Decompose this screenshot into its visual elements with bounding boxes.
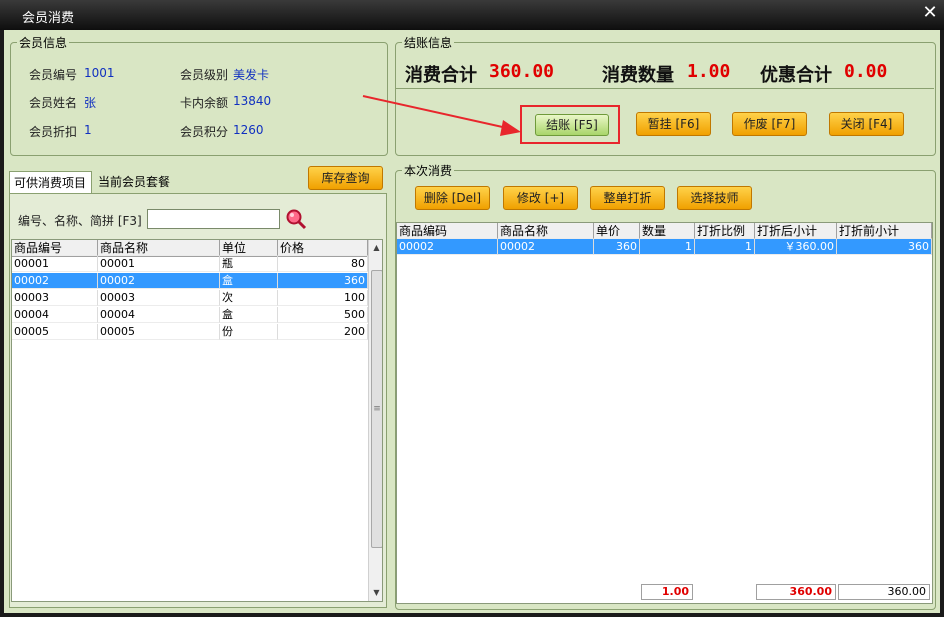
member-level-label: 会员级别 xyxy=(180,68,229,82)
cell-code: 00005 xyxy=(12,324,98,340)
member-points-label: 会员积分 xyxy=(180,125,229,139)
cell-price: 80 xyxy=(278,256,368,272)
cell-rate: 1 xyxy=(695,239,755,255)
window-title: 会员消费 xyxy=(22,11,75,26)
member-balance-value: 13840 xyxy=(233,94,272,108)
title-bar xyxy=(0,0,944,30)
search-icon[interactable] xyxy=(285,208,307,230)
table-row[interactable]: 00001 00001 瓶 80 xyxy=(12,256,382,272)
cell-unit: 盒 xyxy=(220,273,278,289)
tab-member-packages[interactable]: 当前会员套餐 xyxy=(94,171,178,193)
product-table-scrollbar[interactable]: ▲ ≡ ▼ xyxy=(368,240,382,601)
member-name-label: 会员姓名 xyxy=(29,96,78,110)
column-header-name[interactable]: 商品名称 xyxy=(498,223,594,239)
current-consumption-legend: 本次消费 xyxy=(404,164,453,178)
table-row[interactable]: 00003 00003 次 100 xyxy=(12,290,382,306)
table-row[interactable]: 00002 00002 360 1 1 ￥360.00 360 xyxy=(397,239,932,255)
member-id-value: 1001 xyxy=(84,66,115,80)
cell-name: 00003 xyxy=(98,290,220,306)
product-table-header[interactable]: 商品编号 商品名称 单位 价格 xyxy=(12,240,382,257)
column-header-unit[interactable]: 单位 xyxy=(220,240,278,256)
column-header-code[interactable]: 商品编号 xyxy=(12,240,98,256)
cell-code: 00002 xyxy=(12,273,98,289)
member-name-value: 张 xyxy=(84,96,97,110)
annotation-arrow-icon xyxy=(362,95,521,136)
modify-button[interactable]: 修改 [+] xyxy=(503,186,578,210)
cell-code: 00004 xyxy=(12,307,98,323)
member-discount-label: 会员折扣 xyxy=(29,125,78,139)
cell-qty: 1 xyxy=(640,239,695,255)
quantity-value: 1.00 xyxy=(687,61,731,82)
consumption-table: 商品编码 商品名称 单价 数量 打折比例 打折后小计 打折前小计 00002 00002 360 1… xyxy=(396,222,933,604)
search-input[interactable] xyxy=(147,209,280,229)
close-button[interactable]: 关闭 [F4] xyxy=(829,112,904,136)
tab-available-items[interactable]: 可供消费项目 xyxy=(9,171,92,193)
member-info-legend: 会员信息 xyxy=(19,36,68,50)
column-header-price[interactable]: 单价 xyxy=(594,223,640,239)
cell-name: 00005 xyxy=(98,324,220,340)
cell-unit: 次 xyxy=(220,290,278,306)
total-value: 360.00 xyxy=(489,61,555,82)
cell-name: 00002 xyxy=(98,273,220,289)
cell-after: ￥360.00 xyxy=(755,239,837,255)
cell-code: 00001 xyxy=(12,256,98,272)
cell-name: 00004 xyxy=(98,307,220,323)
search-label: 编号、名称、简拼 [F3] xyxy=(18,214,142,228)
quantity-label: 消费数量 xyxy=(602,65,674,86)
cell-price: 360 xyxy=(594,239,640,255)
cell-before: 360 xyxy=(837,239,932,255)
close-icon[interactable]: ✕ xyxy=(920,3,940,23)
product-table: 商品编号 商品名称 单位 价格 00001 00001 瓶 80 00002 00002 盒 360 0… xyxy=(11,239,383,602)
member-balance-label: 卡内余额 xyxy=(180,96,229,110)
member-level-value: 美发卡 xyxy=(233,68,270,82)
column-header-before[interactable]: 打折前小计 xyxy=(837,223,932,239)
client-area: 会员信息 会员编号 1001 会员级别 美发卡 会员姓名 张 卡内余额 1384… xyxy=(4,30,940,613)
consumption-table-header[interactable]: 商品编码 商品名称 单价 数量 打折比例 打折后小计 打折前小计 xyxy=(397,223,932,240)
delete-button[interactable]: 删除 [Del] xyxy=(415,186,490,210)
cell-price: 360 xyxy=(278,273,368,289)
footer-after-total: 360.00 xyxy=(756,584,836,600)
cell-code: 00002 xyxy=(397,239,498,255)
checkout-button[interactable]: 结账 [F5] xyxy=(535,114,609,136)
table-row[interactable]: 00002 00002 盒 360 xyxy=(12,273,382,289)
column-header-price[interactable]: 价格 xyxy=(278,240,368,256)
cell-price: 100 xyxy=(278,290,368,306)
footer-before-total: 360.00 xyxy=(838,584,930,600)
scroll-down-icon[interactable]: ▼ xyxy=(369,585,382,600)
checkout-info-legend: 结账信息 xyxy=(404,36,453,50)
cell-price: 500 xyxy=(278,307,368,323)
cell-name: 00001 xyxy=(98,256,220,272)
discount-total-value: 0.00 xyxy=(844,61,888,82)
discount-total-label: 优惠合计 xyxy=(760,65,832,86)
whole-discount-button[interactable]: 整单打折 xyxy=(590,186,665,210)
member-discount-value: 1 xyxy=(84,123,92,137)
hold-button[interactable]: 暂挂 [F6] xyxy=(636,112,711,136)
member-points-value: 1260 xyxy=(233,123,264,137)
cell-unit: 份 xyxy=(220,324,278,340)
total-label: 消费合计 xyxy=(405,65,477,86)
column-header-code[interactable]: 商品编码 xyxy=(397,223,498,239)
table-row[interactable]: 00005 00005 份 200 xyxy=(12,324,382,340)
select-technician-button[interactable]: 选择技师 xyxy=(677,186,752,210)
scroll-up-icon[interactable]: ▲ xyxy=(369,240,382,255)
cell-price: 200 xyxy=(278,324,368,340)
stock-query-button[interactable]: 库存查询 xyxy=(308,166,383,190)
column-header-name[interactable]: 商品名称 xyxy=(98,240,220,256)
column-header-rate[interactable]: 打折比例 xyxy=(695,223,755,239)
column-header-after[interactable]: 打折后小计 xyxy=(755,223,837,239)
void-button[interactable]: 作废 [F7] xyxy=(732,112,807,136)
cell-name: 00002 xyxy=(498,239,594,255)
cell-unit: 盒 xyxy=(220,307,278,323)
footer-qty: 1.00 xyxy=(641,584,693,600)
column-header-qty[interactable]: 数量 xyxy=(640,223,695,239)
cell-unit: 瓶 xyxy=(220,256,278,272)
member-id-label: 会员编号 xyxy=(29,68,78,82)
checkout-divider xyxy=(396,88,934,89)
scroll-thumb[interactable]: ≡ xyxy=(371,270,382,548)
cell-code: 00003 xyxy=(12,290,98,306)
table-row[interactable]: 00004 00004 盒 500 xyxy=(12,307,382,323)
